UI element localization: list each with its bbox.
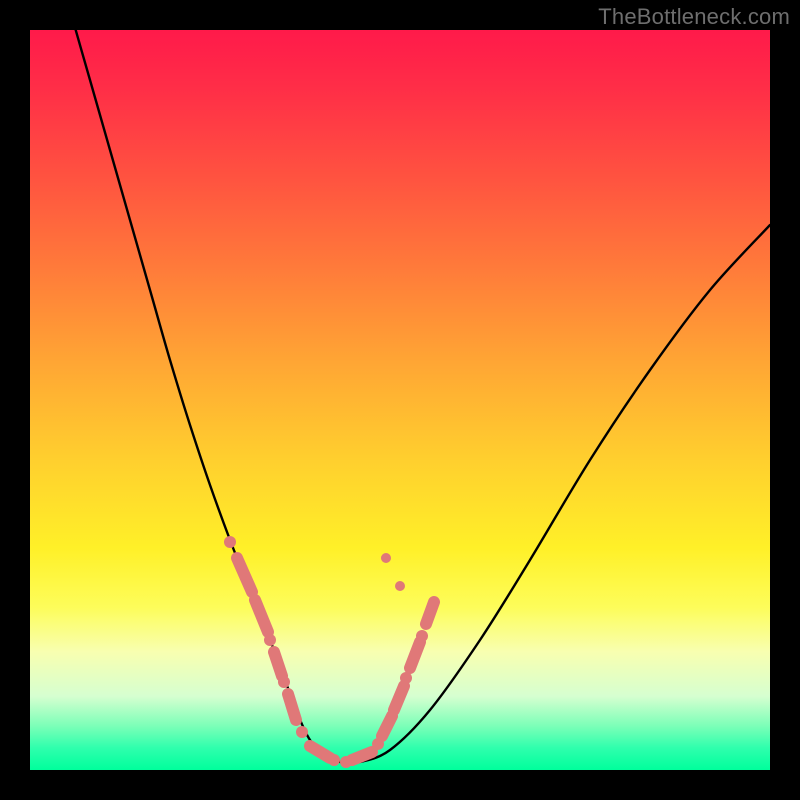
watermark-text: TheBottleneck.com (598, 4, 790, 30)
data-point-dots (224, 536, 434, 768)
curve-layer (30, 30, 770, 770)
chart-canvas: TheBottleneck.com (0, 0, 800, 800)
plot-area (30, 30, 770, 770)
